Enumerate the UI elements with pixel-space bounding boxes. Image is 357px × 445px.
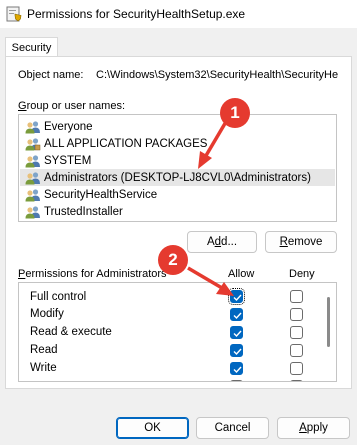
group-list-label: Group or user names: [18, 100, 125, 112]
allow-modify-checkbox[interactable] [230, 308, 243, 321]
permission-label: Modify [30, 308, 64, 320]
annotation-number: 1 [230, 103, 240, 122]
add-button-label-rest: d... [221, 236, 238, 248]
package-users-icon [25, 137, 41, 150]
permissions-label-text: ermissions for Administrators [25, 268, 167, 280]
title-bar: Permissions for SecurityHealthSetup.exe [0, 0, 357, 28]
list-item-trustedinstaller[interactable]: TrustedInstaller [20, 203, 335, 220]
checkmark-icon [233, 366, 242, 374]
object-name-value: C:\Windows\System32\SecurityHealth\Secur… [96, 69, 339, 81]
object-name-label: Object name: [18, 69, 84, 81]
allow-read-execute-checkbox[interactable] [230, 326, 243, 339]
list-item-label: SYSTEM [44, 154, 92, 167]
deny-write-checkbox[interactable] [290, 362, 303, 375]
annotation-number: 2 [168, 250, 178, 269]
users-icon [25, 120, 40, 133]
cancel-button-label: Cancel [214, 422, 251, 434]
users-icon [25, 154, 40, 167]
annotation-badge-2: 2 [158, 245, 188, 275]
permissions-label: Permissions for Administrators [18, 268, 167, 280]
tab-security[interactable]: Security [5, 37, 58, 57]
ok-button-label: OK [144, 422, 161, 434]
permission-label: Read [30, 344, 58, 356]
list-item-label: SecurityHealthService [44, 188, 158, 201]
list-item-all-application-packages[interactable]: ALL APPLICATION PACKAGES [20, 135, 335, 152]
permissions-scrollbar[interactable] [327, 297, 330, 347]
window-title: Permissions for SecurityHealthSetup.exe [27, 7, 246, 21]
deny-modify-checkbox[interactable] [290, 308, 303, 321]
list-item-label: Administrators (DESKTOP-LJ8CVL0\Administ… [44, 171, 311, 184]
cancel-button[interactable]: Cancel [196, 417, 269, 439]
allow-read-checkbox[interactable] [230, 344, 243, 357]
allow-write-checkbox[interactable] [230, 362, 243, 375]
apply-button-label-rest: pply [306, 422, 328, 434]
apply-button[interactable]: Apply [277, 417, 350, 439]
apply-button-accel: A [299, 422, 307, 434]
add-button-label-a: A [206, 236, 215, 248]
deny-next-checkbox[interactable] [290, 380, 303, 381]
checkmark-icon [233, 330, 242, 338]
list-item-label: TrustedInstaller [44, 205, 123, 218]
deny-column-header: Deny [289, 268, 315, 280]
users-icon [25, 205, 40, 218]
users-icon [25, 171, 40, 184]
permission-row-modify: Modify [30, 305, 64, 323]
tab-security-label: Security [11, 41, 52, 54]
add-button[interactable]: Ad d... [187, 231, 257, 253]
annotation-badge-1: 1 [220, 98, 250, 128]
list-item-administrators[interactable]: Administrators (DESKTOP-LJ8CVL0\Administ… [20, 169, 335, 186]
permission-row-read-execute: Read & execute [30, 323, 112, 341]
permission-label: Full control [30, 291, 87, 303]
allow-next-checkbox[interactable] [230, 380, 243, 381]
remove-button-label-rest: emove [287, 236, 323, 248]
permission-row-read: Read [30, 341, 58, 359]
checkmark-icon [233, 348, 242, 356]
permission-row-write: Write [30, 359, 57, 377]
deny-read-execute-checkbox[interactable] [290, 326, 303, 339]
deny-read-checkbox[interactable] [290, 344, 303, 357]
deny-full-control-checkbox[interactable] [290, 290, 303, 303]
security-properties-icon [6, 6, 22, 22]
list-item-securityhealthservice[interactable]: SecurityHealthService [20, 186, 335, 203]
remove-button[interactable]: Remove [265, 231, 337, 253]
list-item-label: ALL APPLICATION PACKAGES [44, 137, 208, 150]
permission-label: Read & execute [30, 326, 112, 338]
group-user-list[interactable]: Everyone ALL APPLICATION PACKAGES SYSTEM… [18, 114, 337, 222]
list-item-everyone[interactable]: Everyone [20, 118, 335, 135]
permission-label: Write [30, 362, 57, 374]
ok-button[interactable]: OK [116, 417, 189, 439]
checkmark-icon [233, 312, 242, 320]
list-item-label: Everyone [44, 120, 93, 133]
group-label-text: roup or user names: [26, 100, 125, 112]
users-icon [25, 188, 40, 201]
permission-row-full-control: Full control [30, 288, 86, 306]
remove-button-accel: R [279, 236, 288, 248]
list-item-system[interactable]: SYSTEM [20, 152, 335, 169]
group-label-accel: G [18, 100, 27, 112]
